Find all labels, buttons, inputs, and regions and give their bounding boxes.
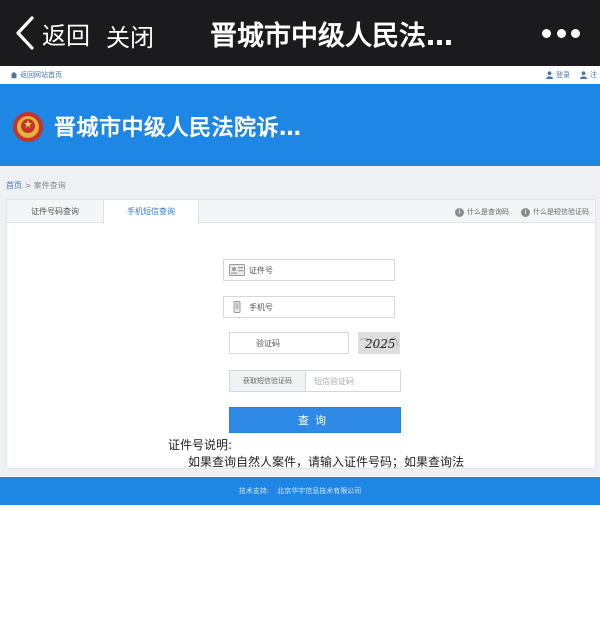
phone-field[interactable]: 手机号: [223, 296, 395, 318]
captcha-graphic: 2025: [358, 332, 400, 354]
home-icon: [10, 71, 18, 79]
phone-placeholder: 手机号: [249, 302, 273, 312]
home-link-label: 返回网站首页: [20, 71, 62, 79]
tab-id-query[interactable]: 证件号码查询: [7, 200, 103, 223]
captcha-field[interactable]: 验证码: [229, 332, 349, 354]
utility-bar: 返回网站首页 登录 注: [0, 66, 600, 84]
sms-code-field[interactable]: 短信验证码: [314, 376, 354, 387]
web-page: 返回网站首页 登录 注 晋城市中级人民法院诉… 首页 > 案件查询 证件号码查询: [0, 66, 600, 640]
get-sms-code-button[interactable]: 获取短信验证码: [230, 371, 306, 391]
captcha-placeholder: 验证码: [256, 338, 280, 348]
tab-bar: 证件号码查询 手机短信查询 i 什么是查询码 i 什么是短信验证码: [7, 200, 595, 224]
breadcrumb: 首页 > 案件查询: [6, 180, 66, 191]
help-sms-code[interactable]: i 什么是短信验证码: [521, 207, 589, 217]
tab-sms-query[interactable]: 手机短信查询: [103, 200, 199, 224]
site-footer: 技术支持: 北京华宇信息技术有限公司: [0, 477, 600, 505]
help-query-code-label: 什么是查询码: [467, 208, 509, 216]
sms-code-row: 获取短信验证码 短信验证码: [229, 370, 401, 392]
id-number-field[interactable]: 证件号: [223, 259, 395, 281]
id-number-placeholder: 证件号: [249, 265, 273, 275]
phone-icon: [233, 301, 241, 313]
login-label: 登录: [556, 71, 570, 79]
footer-company: 北京华宇信息技术有限公司: [277, 487, 362, 495]
more-dots-icon[interactable]: [542, 21, 580, 45]
site-title: 晋城市中级人民法院诉…: [54, 116, 302, 141]
chevron-left-icon: [16, 16, 34, 50]
id-card-icon: [229, 264, 245, 276]
note-body: 如果查询自然人案件，请输入证件号码；如果查询法: [188, 455, 465, 469]
back-button[interactable]: 返回: [14, 14, 90, 52]
help-sms-code-label: 什么是短信验证码: [533, 208, 589, 216]
back-label: 返回: [42, 21, 90, 50]
query-button[interactable]: 查询: [229, 407, 401, 433]
info-icon: i: [521, 207, 530, 217]
site-header: 晋城市中级人民法院诉…: [0, 84, 600, 166]
home-link[interactable]: 返回网站首页: [10, 70, 62, 80]
close-button[interactable]: 关闭: [106, 18, 154, 53]
court-emblem-icon: [13, 112, 43, 142]
note-title: 证件号说明:: [168, 438, 233, 452]
register-label: 注: [590, 71, 597, 79]
footer-label: 技术支持:: [238, 487, 270, 495]
help-query-code[interactable]: i 什么是查询码: [455, 207, 509, 217]
user-icon: [580, 71, 587, 79]
captcha-text: 2025: [364, 337, 396, 351]
window-title: 晋城市中级人民法…: [210, 21, 453, 52]
breadcrumb-current: 案件查询: [33, 181, 66, 190]
user-icon: [546, 71, 553, 79]
breadcrumb-home[interactable]: 首页: [6, 181, 22, 190]
breadcrumb-separator: >: [24, 181, 32, 190]
login-link[interactable]: 登录: [546, 70, 570, 80]
captcha-image[interactable]: 2025: [358, 332, 400, 354]
register-link[interactable]: 注: [580, 70, 597, 80]
info-icon: i: [455, 207, 464, 217]
wechat-top-bar: 返回 关闭 晋城市中级人民法…: [0, 0, 600, 66]
